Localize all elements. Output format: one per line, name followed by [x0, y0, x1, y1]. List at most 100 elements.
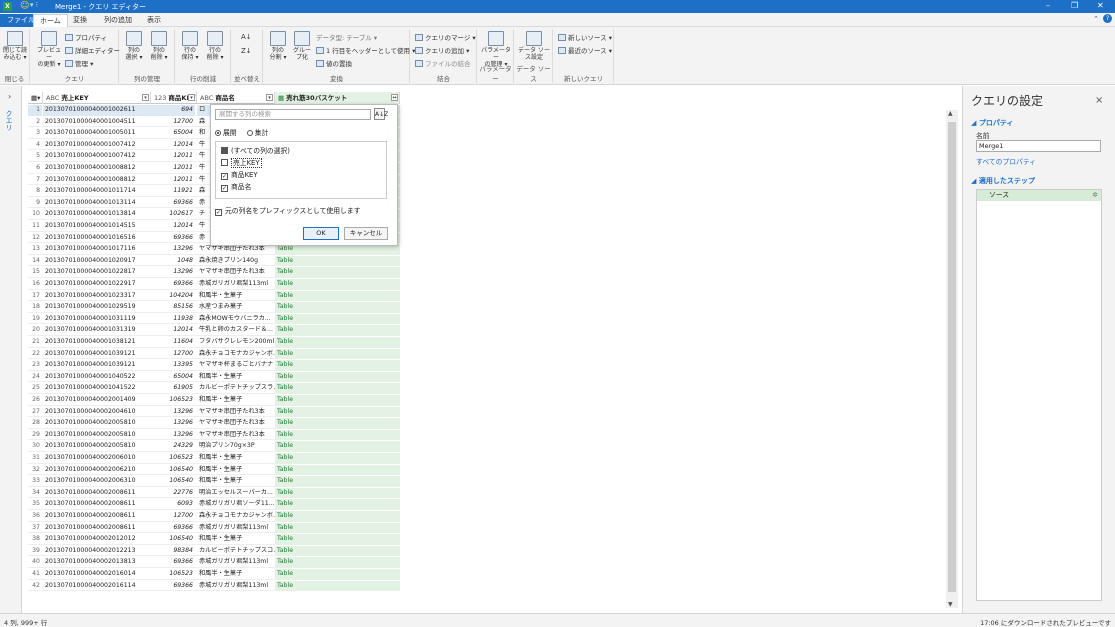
- table-row[interactable]: 41 20130701000040002016014 106523 和風半・生菓子 Ta…: [28, 569, 400, 580]
- manage-button[interactable]: 管理 ▾: [65, 58, 93, 68]
- aggregate-radio[interactable]: 集計: [246, 129, 268, 137]
- collapse-ribbon-icon[interactable]: ⌃: [1093, 15, 1099, 23]
- scroll-up-icon[interactable]: ▲: [948, 110, 953, 117]
- cell-basket-table[interactable]: Table: [275, 383, 400, 394]
- column-header-product-key[interactable]: 123 商品KEY ▾: [151, 92, 197, 104]
- table-row[interactable]: 40 20130701000040002013813 69366 赤城ガリガリ君梨11…: [28, 557, 400, 568]
- cell-basket-table[interactable]: Table: [275, 476, 400, 487]
- table-row[interactable]: 39 20130701000040002012213 98384 カルビーポテトチップ…: [28, 545, 400, 557]
- cell-basket-table[interactable]: Table: [275, 522, 400, 534]
- tab-transform[interactable]: 変換: [67, 14, 93, 27]
- cell-basket-table[interactable]: Table: [275, 279, 400, 290]
- table-row[interactable]: 38 20130701000040002012012 106540 和風半・生菓子 Ta…: [28, 534, 400, 545]
- remove-rows-button[interactable]: 行の 削除 ▾: [204, 31, 226, 61]
- table-row[interactable]: 19 20130701000040001031119 11938 森永MOWモウバニラ…: [28, 313, 400, 325]
- cell-basket-table[interactable]: Table: [275, 348, 400, 360]
- table-row[interactable]: 30 20130701000040002005810 24329 明治プリン70g×3…: [28, 441, 400, 452]
- cell-basket-table[interactable]: Table: [275, 290, 400, 302]
- table-row[interactable]: 33 20130701000040002006310 106540 和風半・生菓子 Ta…: [28, 476, 400, 487]
- column-header-sales-key[interactable]: ABC 売上KEY ▾: [43, 92, 151, 104]
- cell-basket-table[interactable]: Table: [275, 569, 400, 580]
- group-by-button[interactable]: グルー プ化: [291, 31, 313, 61]
- table-menu-icon[interactable]: ▦▾: [28, 92, 43, 104]
- cell-basket-table[interactable]: Table: [275, 511, 400, 522]
- scroll-down-icon[interactable]: ▼: [948, 601, 953, 608]
- table-row[interactable]: 27 20130701000040002004610 13296 ヤマザキ串団子たれ3…: [28, 406, 400, 418]
- table-row[interactable]: 24 20130701000040001040522 65004 和風半・生菓子 Tab…: [28, 371, 400, 383]
- table-row[interactable]: 36 20130701000040002008611 12700 森永チョコモナカジャ…: [28, 511, 400, 522]
- vertical-scrollbar[interactable]: ▲ ▼: [946, 110, 958, 608]
- table-row[interactable]: 17 20130701000040001023317 104204 和風半・生菓子 Ta…: [28, 290, 400, 302]
- close-window-icon[interactable]: ✕: [1097, 1, 1104, 10]
- gear-icon[interactable]: ✲: [1092, 190, 1098, 201]
- datasource-settings-button[interactable]: データ ソー ス設定: [518, 31, 550, 61]
- table-row[interactable]: 22 20130701000040001039121 12700 森永チョコモナカジャ…: [28, 348, 400, 360]
- datatype-dropdown[interactable]: データ型: テーブル ▾: [316, 32, 377, 42]
- close-load-button[interactable]: 閉じて読 み込む ▾: [2, 31, 28, 61]
- cell-basket-table[interactable]: Table: [275, 395, 400, 406]
- column-search-input[interactable]: 展開する列の検索: [215, 109, 371, 120]
- cell-basket-table[interactable]: Table: [275, 325, 400, 336]
- sort-ascending-icon[interactable]: A↓: [241, 33, 252, 41]
- table-row[interactable]: 18 20130701000040001029519 85156 水産つまみ菓子 Tab…: [28, 302, 400, 313]
- cell-basket-table[interactable]: Table: [275, 360, 400, 371]
- table-row[interactable]: 15 20130701000040001022817 13296 ヤマザキ串団子たれ3…: [28, 267, 400, 278]
- advanced-editor-button[interactable]: 詳細エディター: [65, 45, 120, 55]
- cell-basket-table[interactable]: Table: [275, 453, 400, 464]
- recent-sources-button[interactable]: 最近のソース ▾: [558, 45, 612, 55]
- tab-view[interactable]: 表示: [141, 14, 167, 27]
- cell-basket-table[interactable]: Table: [275, 371, 400, 383]
- sort-columns-icon[interactable]: A↓Z: [374, 108, 388, 120]
- expand-column-icon[interactable]: ↔: [391, 94, 398, 101]
- table-row[interactable]: 28 20130701000040002005810 13296 ヤマザキ串団子たれ3…: [28, 418, 400, 429]
- all-properties-link[interactable]: すべてのプロパティ: [976, 156, 1036, 166]
- replace-values-button[interactable]: 値の置換: [316, 58, 352, 68]
- cell-basket-table[interactable]: Table: [275, 255, 400, 267]
- applied-steps-section[interactable]: ◢ 適用したステップ: [971, 176, 1035, 186]
- step-source[interactable]: ソース ✲: [977, 190, 1101, 201]
- quick-access-toolbar[interactable]: ▾ ⁝: [30, 1, 38, 9]
- cell-basket-table[interactable]: Table: [275, 464, 400, 476]
- table-row[interactable]: 14 20130701000040001020917 1048 森永焼きプリン140g…: [28, 255, 400, 267]
- preview-refresh-button[interactable]: プレビュー の更新 ▾: [35, 31, 63, 68]
- filter-dropdown-icon[interactable]: ▾: [188, 94, 195, 101]
- cell-basket-table[interactable]: Table: [275, 441, 400, 452]
- cancel-button[interactable]: キャンセル: [344, 227, 388, 240]
- table-row[interactable]: 31 20130701000040002006010 106523 和風半・生菓子 Ta…: [28, 453, 400, 464]
- table-row[interactable]: 25 20130701000040001041522 61905 カルビーポテトチップ…: [28, 383, 400, 394]
- cell-basket-table[interactable]: Table: [275, 534, 400, 545]
- table-row[interactable]: 16 20130701000040001022917 69366 赤城ガリガリ君梨11…: [28, 279, 400, 290]
- cell-basket-table[interactable]: Table: [275, 337, 400, 348]
- expand-queries-icon[interactable]: ›: [8, 92, 11, 101]
- help-icon[interactable]: ?: [1103, 14, 1112, 23]
- first-row-header-button[interactable]: 1 行目をヘッダーとして使用 ▾: [316, 45, 415, 55]
- split-column-button[interactable]: 列の 分割 ▾: [267, 31, 289, 61]
- cell-basket-table[interactable]: Table: [275, 580, 400, 592]
- filter-dropdown-icon[interactable]: ▾: [142, 94, 149, 101]
- tab-add-column[interactable]: 列の追加: [98, 14, 138, 27]
- minimize-icon[interactable]: –: [1046, 1, 1050, 10]
- table-row[interactable]: 23 20130701000040001039121 13395 ヤマザキ杯まるごとバ…: [28, 360, 400, 371]
- filter-dropdown-icon[interactable]: ▾: [266, 94, 273, 101]
- properties-button[interactable]: プロパティ: [65, 32, 107, 42]
- table-row[interactable]: 32 20130701000040002006210 106540 和風半・生菓子 Ta…: [28, 464, 400, 476]
- remove-columns-button[interactable]: 列の 削除 ▾: [148, 31, 170, 61]
- cell-basket-table[interactable]: Table: [275, 487, 400, 499]
- new-source-button[interactable]: 新しいソース ▾: [558, 32, 612, 42]
- table-row[interactable]: 29 20130701000040002005810 13296 ヤマザキ串団子たれ3…: [28, 429, 400, 441]
- scroll-thumb[interactable]: [948, 122, 956, 592]
- merge-queries-button[interactable]: クエリのマージ ▾: [415, 32, 476, 42]
- choose-columns-button[interactable]: 列の 選択 ▾: [123, 31, 145, 61]
- column-checkbox-product-key[interactable]: ✓ 商品KEY: [221, 169, 258, 180]
- table-row[interactable]: 20 20130701000040001031319 12014 牛乳と卵のカスタード…: [28, 325, 400, 336]
- properties-section[interactable]: ◢ プロパティ: [971, 118, 1013, 128]
- cell-basket-table[interactable]: Table: [275, 302, 400, 313]
- smiley-feedback-icon[interactable]: ☺: [20, 1, 29, 11]
- maximize-icon[interactable]: ❐: [1071, 1, 1078, 10]
- ok-button[interactable]: OK: [303, 227, 339, 240]
- keep-rows-button[interactable]: 行の 保持 ▾: [179, 31, 201, 61]
- column-checkbox-product-name[interactable]: ✓ 商品名: [221, 181, 251, 192]
- cell-basket-table[interactable]: Table: [275, 545, 400, 557]
- queries-label[interactable]: クエリ: [4, 110, 14, 131]
- combine-files-button[interactable]: ファイルの結合: [415, 58, 471, 68]
